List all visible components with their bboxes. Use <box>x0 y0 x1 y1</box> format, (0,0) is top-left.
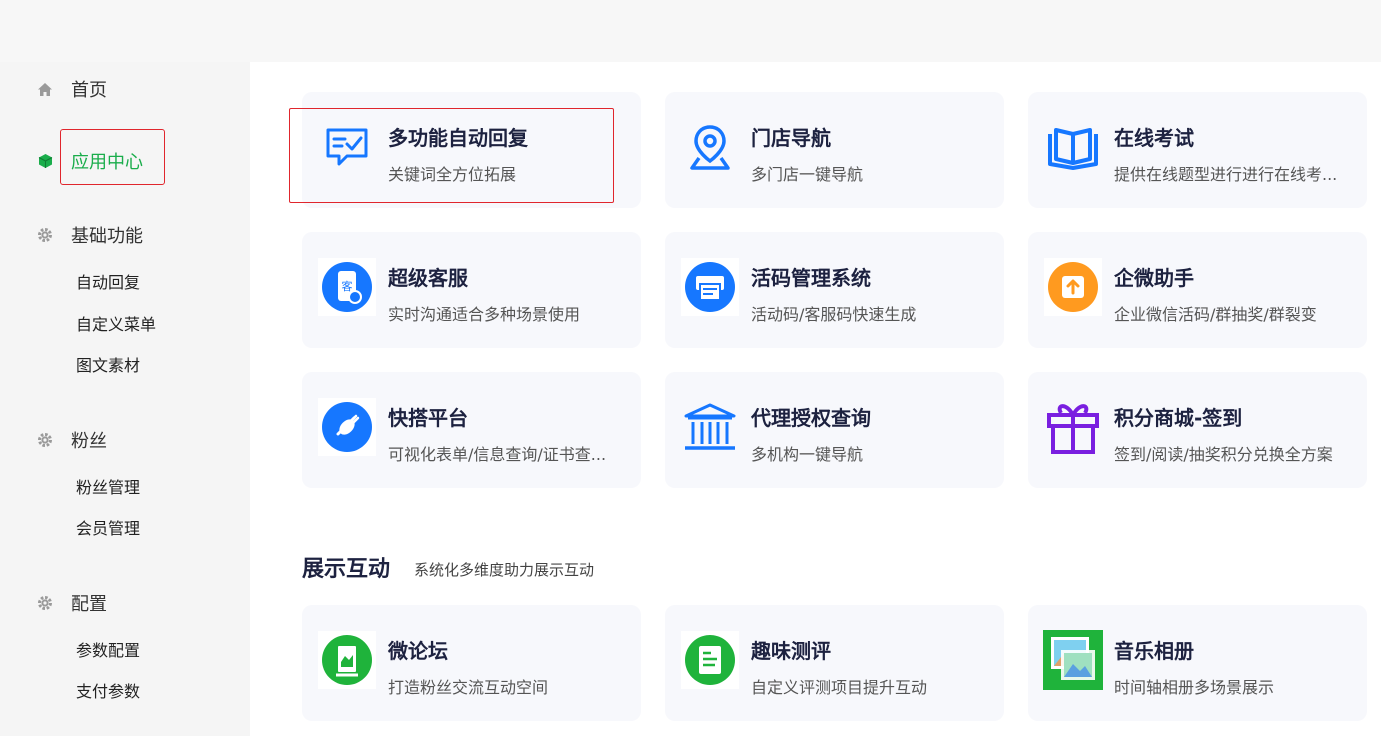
card-title: 活码管理系统 <box>751 266 871 290</box>
nav-basic-label: 基础功能 <box>71 226 143 247</box>
top-bar <box>0 0 1381 62</box>
gear-icon <box>36 431 54 449</box>
card-title: 音乐相册 <box>1114 639 1194 663</box>
section-title: 展示互动 <box>302 557 391 582</box>
svg-text:客: 客 <box>342 279 353 293</box>
card-title: 在线考试 <box>1114 126 1194 150</box>
app-card-fun-survey[interactable]: 趣味测评 自定义评测项目提升互动 <box>665 605 1004 721</box>
printer-icon <box>679 256 741 318</box>
gear-icon <box>36 226 54 244</box>
card-desc: 自定义评测项目提升互动 <box>751 678 928 697</box>
nav-config-label: 配置 <box>71 594 107 615</box>
selected-card-highlight <box>289 108 614 203</box>
app-card-wecom-assistant[interactable]: 企微助手 企业微信活码/群抽奖/群裂变 <box>1028 232 1367 348</box>
nav-fans-label: 粉丝 <box>71 431 107 452</box>
card-desc: 企业微信活码/群抽奖/群裂变 <box>1114 305 1317 324</box>
card-title: 门店导航 <box>751 126 831 150</box>
nav-sub-media[interactable]: 图文素材 <box>76 352 140 376</box>
forum-icon <box>316 629 378 691</box>
gift-icon <box>1042 396 1104 458</box>
nav-sub-params[interactable]: 参数配置 <box>76 637 140 661</box>
cube-icon <box>36 152 54 170</box>
survey-icon <box>679 629 741 691</box>
card-desc: 打造粉丝交流互动空间 <box>388 678 549 697</box>
card-title: 趣味测评 <box>751 639 831 663</box>
card-title: 微论坛 <box>388 639 448 663</box>
card-desc: 活动码/客服码快速生成 <box>751 305 917 324</box>
location-pin-icon <box>679 116 741 178</box>
card-title: 快搭平台 <box>388 406 468 430</box>
card-desc: 时间轴相册多场景展示 <box>1114 678 1275 697</box>
app-card-online-exam[interactable]: 在线考试 提供在线题型进行进行在线考... <box>1028 92 1367 208</box>
app-card-customer-service[interactable]: 客 超级客服 实时沟通适合多种场景使用 <box>302 232 641 348</box>
institution-icon <box>679 396 741 458</box>
card-desc: 多门店一键导航 <box>751 165 864 184</box>
nav-config[interactable]: 配置 <box>36 590 107 616</box>
card-title: 企微助手 <box>1114 266 1194 290</box>
app-card-points-mall[interactable]: 积分商城-签到 签到/阅读/抽奖积分兑换全方案 <box>1028 372 1367 488</box>
card-desc: 实时沟通适合多种场景使用 <box>388 305 581 324</box>
card-desc: 多机构一键导航 <box>751 445 864 464</box>
nav-sub-custom-menu[interactable]: 自定义菜单 <box>76 311 156 335</box>
main-content: 多功能自动回复 关键词全方位拓展 门店导航 多门店一键导航 在线考试 提供在线题… <box>250 62 1381 736</box>
nav-app-center-label: 应用中心 <box>71 152 143 173</box>
app-card-live-code[interactable]: 活码管理系统 活动码/客服码快速生成 <box>665 232 1004 348</box>
book-open-icon <box>1042 116 1104 178</box>
nav-home-label: 首页 <box>71 80 107 101</box>
home-icon <box>36 80 54 98</box>
app-card-quick-build[interactable]: 快搭平台 可视化表单/信息查询/证书查... <box>302 372 641 488</box>
nav-basic-functions[interactable]: 基础功能 <box>36 222 143 248</box>
card-desc: 提供在线题型进行进行在线考... <box>1114 165 1338 184</box>
section-subtitle: 系统化多维度助力展示互动 <box>414 561 595 579</box>
photo-album-icon <box>1042 629 1104 691</box>
customer-service-icon: 客 <box>316 256 378 318</box>
upload-icon <box>1042 256 1104 318</box>
nav-fans[interactable]: 粉丝 <box>36 427 107 453</box>
card-desc: 签到/阅读/抽奖积分兑换全方案 <box>1114 445 1333 464</box>
nav-sub-member-management[interactable]: 会员管理 <box>76 515 140 539</box>
sidebar: 首页 应用中心 基础功能 自动回复 自定义菜单 图文素材 粉丝 粉丝管理 会员管… <box>0 62 250 736</box>
app-card-agent-auth[interactable]: 代理授权查询 多机构一键导航 <box>665 372 1004 488</box>
nav-sub-payment-params[interactable]: 支付参数 <box>76 678 140 702</box>
app-card-store-nav[interactable]: 门店导航 多门店一键导航 <box>665 92 1004 208</box>
card-title: 代理授权查询 <box>751 406 871 430</box>
card-title: 超级客服 <box>388 266 468 290</box>
nav-sub-fan-management[interactable]: 粉丝管理 <box>76 474 140 498</box>
nav-home[interactable]: 首页 <box>36 76 107 102</box>
plug-icon <box>316 396 378 458</box>
gear-icon <box>36 594 54 612</box>
nav-app-center[interactable]: 应用中心 <box>36 148 143 174</box>
app-card-music-album[interactable]: 音乐相册 时间轴相册多场景展示 <box>1028 605 1367 721</box>
card-desc: 可视化表单/信息查询/证书查... <box>388 445 607 464</box>
card-title: 积分商城-签到 <box>1114 406 1243 430</box>
nav-sub-auto-reply[interactable]: 自动回复 <box>76 269 140 293</box>
app-card-forum[interactable]: 微论坛 打造粉丝交流互动空间 <box>302 605 641 721</box>
